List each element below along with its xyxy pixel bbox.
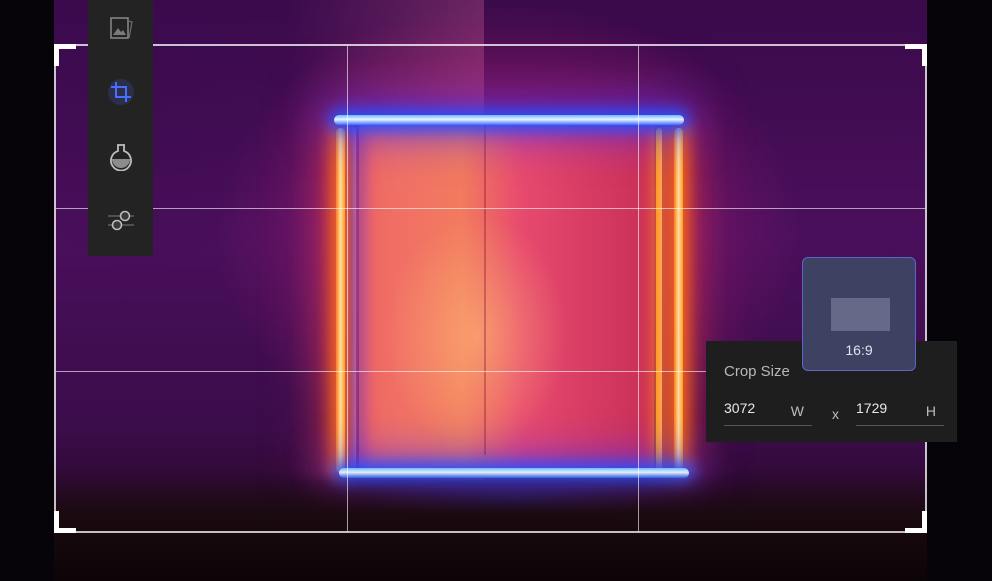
aspect-ratio-preview-icon	[831, 298, 890, 331]
grid-line-horizontal	[56, 208, 925, 209]
dimension-separator: x	[832, 406, 839, 422]
crop-height-value[interactable]: 1729	[856, 400, 887, 416]
crop-handle-bottom-left[interactable]	[54, 511, 76, 533]
image-tool-button[interactable]	[88, 0, 153, 56]
tool-sidebar	[88, 0, 153, 256]
adjust-icon	[107, 210, 134, 231]
grid-line-vertical	[347, 46, 348, 531]
crop-width-field[interactable]: 3072 W	[724, 397, 812, 426]
crop-height-unit: H	[925, 403, 936, 419]
crop-height-field[interactable]: 1729 H	[856, 397, 944, 426]
crop-handle-top-left[interactable]	[54, 44, 76, 66]
crop-size-title: Crop Size	[724, 363, 790, 380]
crop-frame[interactable]	[54, 44, 927, 533]
filter-tool-button[interactable]	[88, 128, 153, 184]
crop-width-value[interactable]: 3072	[724, 400, 755, 416]
image-icon	[109, 17, 133, 39]
editor-canvas: Crop Size 3072 W x 1729 H 16:9	[0, 0, 992, 581]
crop-handle-bottom-right[interactable]	[905, 511, 927, 533]
filter-icon	[109, 144, 132, 171]
crop-width-unit: W	[790, 403, 804, 419]
aspect-ratio-button[interactable]: 16:9	[802, 257, 916, 371]
grid-line-vertical	[638, 46, 639, 531]
crop-icon	[107, 79, 134, 105]
aspect-ratio-label: 16:9	[845, 342, 873, 358]
adjust-tool-button[interactable]	[88, 192, 153, 248]
crop-handle-top-right[interactable]	[905, 44, 927, 66]
crop-tool-button[interactable]	[88, 64, 153, 120]
